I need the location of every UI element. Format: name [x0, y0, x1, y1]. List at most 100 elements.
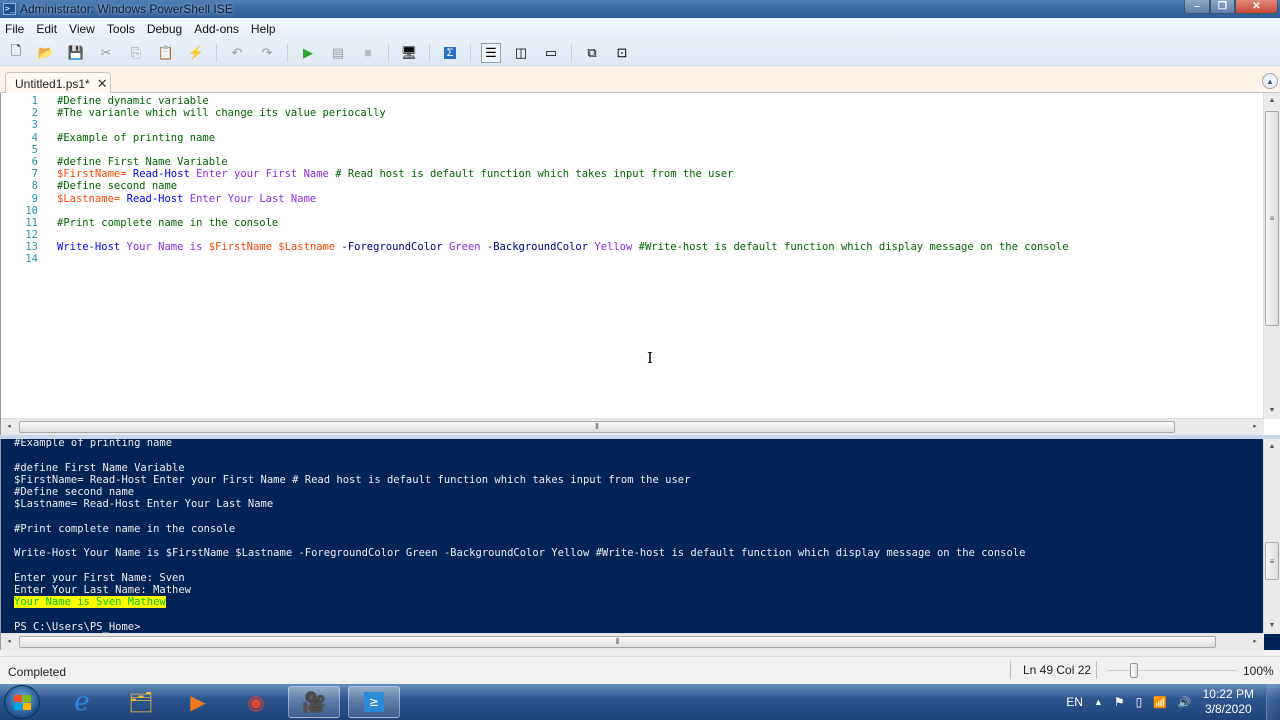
scroll-right-arrow-icon[interactable]: ▸: [1247, 419, 1263, 435]
code-line[interactable]: #Print complete name in the console: [57, 217, 1069, 229]
console-text: $FirstName= Read-Host Enter your First N…: [14, 473, 691, 486]
show-desktop-button[interactable]: [1266, 684, 1280, 720]
script-code[interactable]: #Define dynamic variable #The varianle wh…: [57, 95, 1069, 266]
taskbar-internet-explorer[interactable]: e: [56, 686, 108, 718]
scroll-down-arrow-icon[interactable]: ▼: [1264, 618, 1280, 634]
tab-untitled1[interactable]: Untitled1.ps1* ✕: [5, 72, 111, 94]
text-cursor-icon: I: [647, 349, 653, 367]
save-script-button[interactable]: 💾: [66, 43, 86, 63]
toolbar-separator: [388, 43, 389, 62]
scroll-right-arrow-icon[interactable]: ▸: [1247, 634, 1263, 650]
code-line[interactable]: [57, 144, 1069, 156]
code-line[interactable]: $FirstName= Read-Host Enter your First N…: [57, 168, 1069, 180]
menu-edit[interactable]: Edit: [30, 22, 63, 36]
paste-button[interactable]: 📋: [156, 43, 176, 63]
start-button[interactable]: [4, 685, 40, 719]
run-selection-button[interactable]: ▤: [328, 43, 348, 63]
console-horizontal-scrollbar[interactable]: ◂ ⦀ ▸: [1, 633, 1264, 650]
console-text: Enter your First Name: Sven: [14, 571, 185, 584]
start-powershell-button[interactable]: Σ: [440, 43, 460, 63]
copy-button[interactable]: ⎘: [126, 43, 146, 63]
script-editor[interactable]: 1 2 3 4 5 6 7 8 9 10 11 12 13 14 #Define dynamic vari…: [0, 93, 1280, 435]
editor-vertical-scrollbar[interactable]: ▲ ≡ ▼: [1263, 93, 1280, 419]
show-script-top-button[interactable]: ☰: [481, 42, 501, 63]
scroll-left-arrow-icon[interactable]: ◂: [1, 419, 17, 435]
code-line[interactable]: [57, 229, 1069, 241]
clock[interactable]: 10:22 PM 3/8/2020: [1203, 687, 1254, 717]
battery-icon[interactable]: ▯: [1136, 695, 1143, 709]
undo-button[interactable]: ↶: [227, 43, 247, 63]
editor-hscroll-thumb[interactable]: ⦀: [19, 421, 1175, 433]
editor-vscroll-thumb[interactable]: ≡: [1265, 111, 1279, 326]
console-pane[interactable]: #Example of printing name #define First N…: [0, 437, 1280, 650]
code-line[interactable]: [57, 205, 1069, 217]
scroll-down-arrow-icon[interactable]: ▼: [1264, 403, 1280, 419]
code-line[interactable]: #Example of printing name: [57, 132, 1069, 144]
console-text: #define First Name Variable: [14, 461, 185, 474]
windows-taskbar: e 🗂 ▶ ◉ 🎥 ≥ EN ▲ ⚑ ▯ 📶 🔊 10:22 PM 3/8/2020: [0, 684, 1280, 720]
clear-console-button[interactable]: ⚡: [186, 43, 206, 63]
console-hscroll-thumb[interactable]: ⦀: [19, 636, 1216, 648]
save-icon: 💾: [67, 44, 85, 60]
stop-icon: ■: [364, 45, 372, 60]
collapse-script-pane-button[interactable]: ▲: [1262, 73, 1278, 89]
code-token: =: [113, 192, 127, 205]
open-script-button[interactable]: 📂: [36, 43, 56, 63]
menu-debug[interactable]: Debug: [141, 22, 188, 36]
code-token: Enter Your Last Name: [183, 192, 317, 205]
stop-button[interactable]: ■: [358, 43, 378, 63]
code-line[interactable]: #define First Name Variable: [57, 156, 1069, 168]
show-script-maximized-button[interactable]: ▭: [541, 43, 561, 63]
code-line[interactable]: #Define dynamic variable: [57, 95, 1069, 107]
show-script-right-button[interactable]: ◫: [511, 43, 531, 63]
line-number: 2: [31, 107, 38, 120]
language-indicator[interactable]: EN: [1066, 695, 1083, 709]
code-line[interactable]: $Lastname= Read-Host Enter Your Last Nam…: [57, 193, 1069, 205]
code-line[interactable]: Write-Host Your Name is $FirstName $Last…: [57, 241, 1069, 253]
code-line[interactable]: [57, 253, 1069, 265]
console-vertical-scrollbar[interactable]: ▲ ≡ ▼: [1263, 439, 1280, 634]
tab-close-icon[interactable]: ✕: [97, 76, 108, 92]
zoom-slider-track[interactable]: [1108, 670, 1236, 671]
zoom-slider-thumb[interactable]: [1129, 663, 1138, 678]
scroll-up-arrow-icon[interactable]: ▲: [1264, 439, 1280, 455]
taskbar-media-player[interactable]: ▶: [172, 686, 224, 718]
show-command-window-button[interactable]: ⧉: [582, 43, 602, 63]
close-button[interactable]: ✕: [1235, 0, 1278, 14]
menu-view[interactable]: View: [63, 22, 101, 36]
new-remote-tab-button[interactable]: 🖥: [399, 43, 419, 63]
new-script-button[interactable]: 🗋: [6, 43, 26, 63]
code-line[interactable]: [57, 119, 1069, 131]
editor-horizontal-scrollbar[interactable]: ◂ ⦀ ▸: [1, 418, 1264, 435]
run-script-button[interactable]: ▶: [298, 43, 318, 63]
scroll-left-arrow-icon[interactable]: ◂: [1, 634, 17, 650]
volume-icon[interactable]: 🔊: [1178, 696, 1192, 709]
menu-help[interactable]: Help: [245, 22, 282, 36]
maximize-button[interactable]: ❐: [1210, 0, 1235, 14]
network-signal-icon[interactable]: 📶: [1153, 696, 1167, 709]
menu-tools[interactable]: Tools: [101, 22, 141, 36]
code-token: #define First Name Variable: [57, 155, 228, 168]
menu-addons[interactable]: Add-ons: [188, 22, 245, 36]
console-output[interactable]: #Example of printing name #define First N…: [14, 437, 1025, 633]
code-line[interactable]: #The varianle which will change its valu…: [57, 107, 1069, 119]
code-line[interactable]: #Define second name: [57, 180, 1069, 192]
redo-button[interactable]: ↷: [257, 43, 277, 63]
taskbar-chrome[interactable]: ◉: [230, 686, 282, 718]
menu-file[interactable]: File: [0, 22, 30, 36]
taskbar-camtasia[interactable]: 🎥: [288, 686, 340, 718]
show-hidden-icons-icon[interactable]: ▲: [1094, 697, 1103, 707]
console-line: #Define second name: [14, 486, 1025, 498]
scroll-up-arrow-icon[interactable]: ▲: [1264, 93, 1280, 109]
minimize-button[interactable]: –: [1184, 0, 1210, 14]
code-token: Green: [442, 241, 481, 254]
console-vscroll-thumb[interactable]: ≡: [1265, 542, 1279, 580]
action-center-flag-icon[interactable]: ⚑: [1114, 695, 1125, 709]
taskbar-powershell-ise[interactable]: ≥: [348, 686, 400, 718]
cut-button[interactable]: ✂: [96, 43, 116, 63]
show-command-addon-button[interactable]: ⊡: [612, 43, 632, 63]
chrome-icon: ◉: [247, 691, 265, 714]
console-text: #Example of printing name: [14, 437, 173, 449]
taskbar-file-explorer[interactable]: 🗂: [115, 686, 167, 718]
